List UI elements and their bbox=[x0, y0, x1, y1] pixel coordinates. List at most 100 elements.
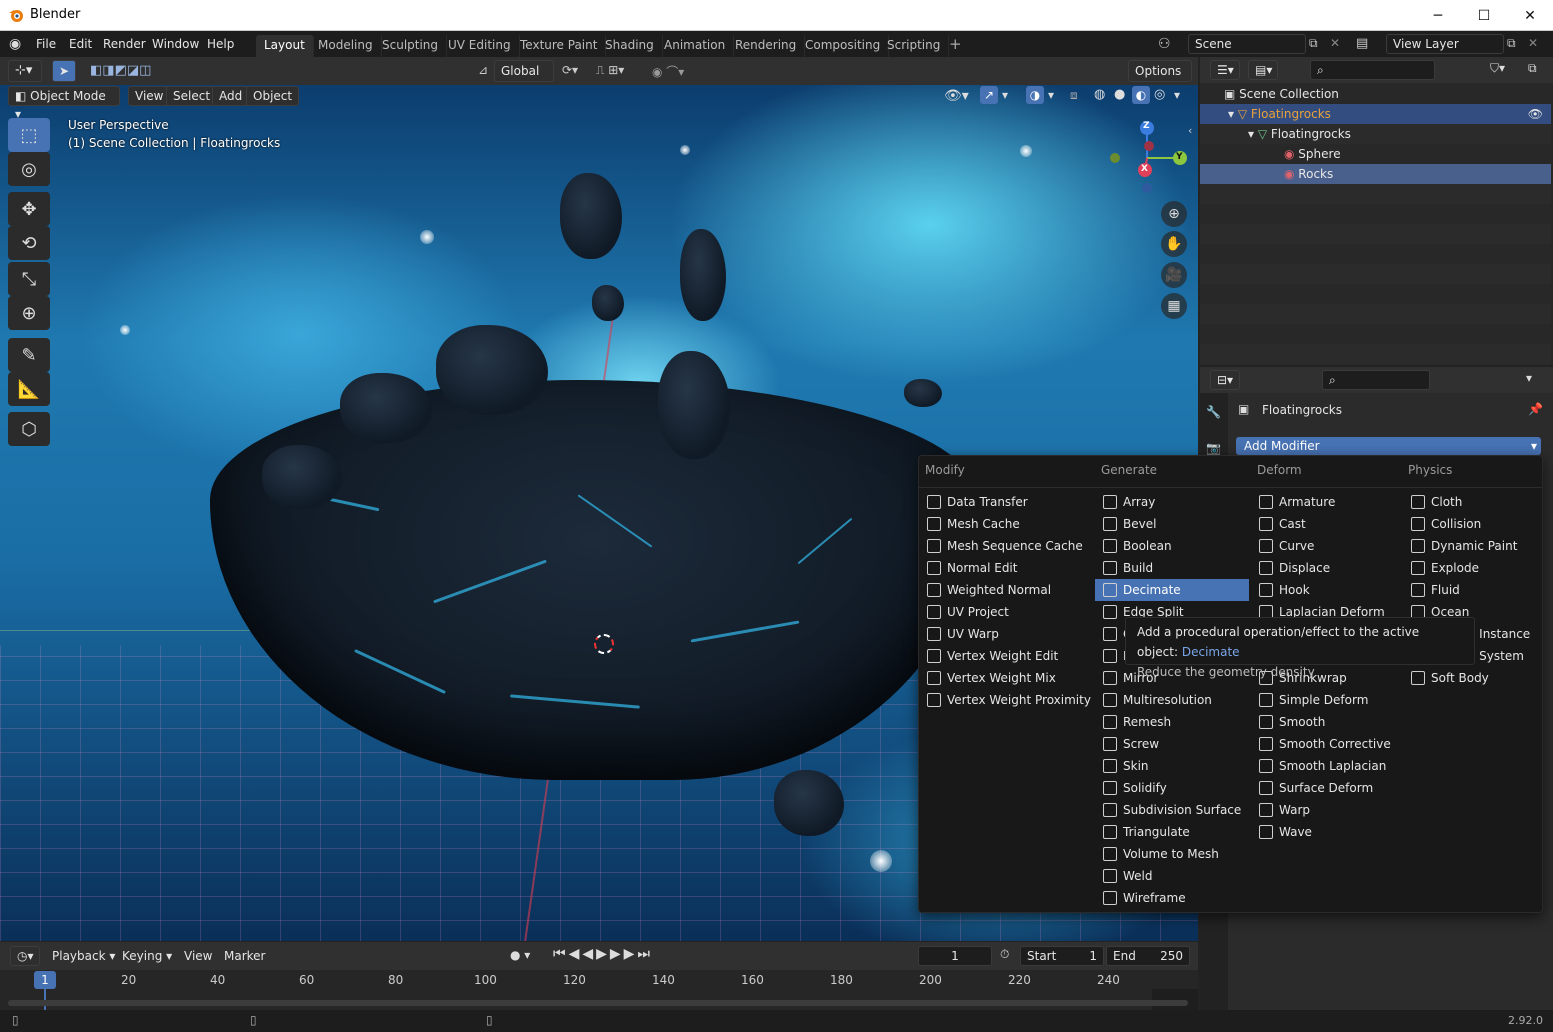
menu-window[interactable]: Window bbox=[147, 35, 204, 53]
proportional-edit-icon[interactable]: ◉ ⌒▾ bbox=[652, 63, 684, 80]
render-tab-icon[interactable]: 📷 bbox=[1206, 441, 1221, 455]
scene-icon[interactable]: ⚇ bbox=[1158, 36, 1171, 52]
annotate-tool-icon[interactable]: ✎ bbox=[8, 338, 50, 372]
properties-search-input[interactable]: ⌕ bbox=[1322, 370, 1430, 390]
modifier-item-subdivision-surface[interactable]: Subdivision Surface bbox=[1095, 799, 1249, 821]
menu-edit[interactable]: Edit bbox=[64, 35, 97, 53]
rock[interactable] bbox=[560, 173, 622, 259]
properties-editor-icon[interactable]: ⊟▾ bbox=[1210, 370, 1240, 390]
modifier-item-decimate[interactable]: Decimate bbox=[1095, 579, 1249, 601]
rendered-shading-icon[interactable]: ◎ bbox=[1154, 87, 1165, 102]
outliner-row[interactable]: ▣ Scene Collection bbox=[1200, 84, 1551, 104]
display-mode-icon[interactable]: ▤▾ bbox=[1248, 60, 1278, 80]
modifier-item-multiresolution[interactable]: Multiresolution bbox=[1095, 689, 1249, 711]
move-tool-icon[interactable]: ✥ bbox=[8, 192, 50, 226]
modifier-item-normal-edit[interactable]: Normal Edit bbox=[919, 557, 1093, 579]
tab-sculpting[interactable]: Sculpting bbox=[374, 35, 448, 57]
viewport-menu-add[interactable]: Add bbox=[212, 86, 250, 106]
playback-controls-icon[interactable]: ⏮◀◀▶▶▶⏭ bbox=[553, 946, 653, 962]
new-view-layer-icon[interactable]: ⧉ bbox=[1507, 36, 1516, 51]
modifier-item-wireframe[interactable]: Wireframe bbox=[1095, 887, 1249, 909]
new-collection-icon[interactable]: ⧉ bbox=[1528, 61, 1537, 76]
add-modifier-dropdown[interactable]: Add Modifier ▾ bbox=[1236, 437, 1541, 455]
modifier-item-hook[interactable]: Hook bbox=[1251, 579, 1401, 601]
navigation-gizmo[interactable]: Z Y X bbox=[1105, 118, 1189, 202]
scale-tool-icon[interactable]: ⤡ bbox=[8, 262, 50, 296]
record-icon[interactable]: ● ▾ bbox=[510, 948, 530, 962]
modifier-item-solidify[interactable]: Solidify bbox=[1095, 777, 1249, 799]
gizmo-dropdown-icon[interactable]: ▾ bbox=[1002, 88, 1008, 102]
editor-type-icon[interactable]: ⊹▾ bbox=[8, 60, 42, 82]
pan-hand-icon[interactable]: ✋ bbox=[1161, 231, 1187, 257]
outliner-row[interactable]: ▾ ▽ Floatingrocks bbox=[1200, 124, 1551, 144]
tab-layout[interactable]: Layout bbox=[256, 35, 314, 57]
preview-range-icon[interactable]: ⏱ bbox=[1000, 947, 1009, 962]
timeline-editor-icon[interactable]: ◷▾ bbox=[10, 946, 40, 966]
modifier-item-screw[interactable]: Screw bbox=[1095, 733, 1249, 755]
material-shading-icon[interactable]: ◐ bbox=[1132, 86, 1150, 104]
modifier-item-data-transfer[interactable]: Data Transfer bbox=[919, 491, 1093, 513]
options-dropdown[interactable]: Options ▾ bbox=[1128, 60, 1192, 98]
tab-shading[interactable]: Shading bbox=[597, 35, 663, 57]
outliner-row[interactable]: ▾ ▽ Floatingrocks 👁 bbox=[1200, 104, 1551, 124]
modifier-item-smooth-corrective[interactable]: Smooth Corrective bbox=[1251, 733, 1401, 755]
delete-scene-icon[interactable]: ✕ bbox=[1330, 36, 1340, 50]
delete-view-layer-icon[interactable]: ✕ bbox=[1528, 36, 1538, 50]
modifier-item-remesh[interactable]: Remesh bbox=[1095, 711, 1249, 733]
rock[interactable] bbox=[658, 351, 730, 459]
rock[interactable] bbox=[680, 229, 726, 321]
measure-tool-icon[interactable]: 📐 bbox=[8, 372, 50, 406]
modifier-item-surface-deform[interactable]: Surface Deform bbox=[1251, 777, 1401, 799]
playhead-frame[interactable]: 1 bbox=[34, 971, 56, 989]
visibility-icon[interactable]: 👁▾ bbox=[944, 88, 969, 104]
modifier-item-explode[interactable]: Explode bbox=[1403, 557, 1541, 579]
xray-icon[interactable]: ⧈ bbox=[1070, 88, 1078, 103]
tab-texture-paint[interactable]: Texture Paint bbox=[512, 35, 607, 57]
rock[interactable] bbox=[262, 445, 342, 509]
tab-animation[interactable]: Animation bbox=[656, 35, 735, 57]
rock[interactable] bbox=[774, 770, 844, 836]
transform-orientation-dropdown[interactable]: Global ▾ bbox=[494, 60, 554, 98]
modifier-item-displace[interactable]: Displace bbox=[1251, 557, 1401, 579]
tab-scripting[interactable]: Scripting bbox=[879, 35, 950, 57]
outliner-search-input[interactable]: ⌕ bbox=[1310, 60, 1435, 80]
camera-view-icon[interactable]: 🎥 bbox=[1161, 262, 1187, 288]
modifier-item-mesh-cache[interactable]: Mesh Cache bbox=[919, 513, 1093, 535]
rock[interactable] bbox=[592, 285, 624, 321]
modifier-item-fluid[interactable]: Fluid bbox=[1403, 579, 1541, 601]
start-frame-field[interactable]: Start 1 bbox=[1020, 946, 1104, 966]
outliner-row[interactable]: ◉ Sphere bbox=[1200, 144, 1551, 164]
new-scene-icon[interactable]: ⧉ bbox=[1309, 36, 1318, 51]
minimize-button[interactable]: ─ bbox=[1415, 0, 1461, 31]
rock[interactable] bbox=[436, 325, 548, 415]
selection-mode-icons[interactable]: ◧◨◩◪◫ bbox=[90, 63, 151, 78]
modifier-item-weld[interactable]: Weld bbox=[1095, 865, 1249, 887]
pin-icon[interactable]: 📌 bbox=[1528, 402, 1543, 416]
modifier-item-boolean[interactable]: Boolean bbox=[1095, 535, 1249, 557]
timeline-scrollbar[interactable] bbox=[8, 1000, 1188, 1006]
menu-help[interactable]: Help bbox=[202, 35, 239, 53]
timeline-menu-keying[interactable]: Keying ▾ bbox=[122, 949, 172, 963]
view-layer-field[interactable]: View Layer bbox=[1386, 34, 1504, 54]
timeline-menu-marker[interactable]: Marker bbox=[224, 949, 265, 963]
maximize-button[interactable]: ☐ bbox=[1461, 0, 1507, 31]
outliner-editor-icon[interactable]: ☰▾ bbox=[1210, 60, 1240, 80]
modifier-item-curve[interactable]: Curve bbox=[1251, 535, 1401, 557]
modifier-item-skin[interactable]: Skin bbox=[1095, 755, 1249, 777]
viewport-menu-object[interactable]: Object bbox=[246, 86, 300, 106]
timeline-menu-view[interactable]: View bbox=[184, 949, 212, 963]
modifier-item-uv-project[interactable]: UV Project bbox=[919, 601, 1093, 623]
modifier-item-collision[interactable]: Collision bbox=[1403, 513, 1541, 535]
modifier-item-vertex-weight-edit[interactable]: Vertex Weight Edit bbox=[919, 645, 1093, 667]
tool-tab-icon[interactable]: 🔧 bbox=[1206, 405, 1221, 419]
tab-compositing[interactable]: Compositing bbox=[797, 35, 890, 57]
modifier-item-triangulate[interactable]: Triangulate bbox=[1095, 821, 1249, 843]
properties-options-icon[interactable]: ▾ bbox=[1526, 371, 1532, 385]
select-box-tool-icon[interactable]: ⬚ bbox=[8, 118, 50, 152]
rock[interactable] bbox=[904, 379, 942, 407]
current-frame-field[interactable]: 1 bbox=[918, 946, 992, 966]
tab-rendering[interactable]: Rendering bbox=[727, 35, 806, 57]
timeline-area[interactable]: 1 20 40 60 80 100 120 140 160 180 200 22… bbox=[0, 970, 1198, 1010]
modifier-item-simple-deform[interactable]: Simple Deform bbox=[1251, 689, 1401, 711]
rock[interactable] bbox=[340, 373, 432, 443]
